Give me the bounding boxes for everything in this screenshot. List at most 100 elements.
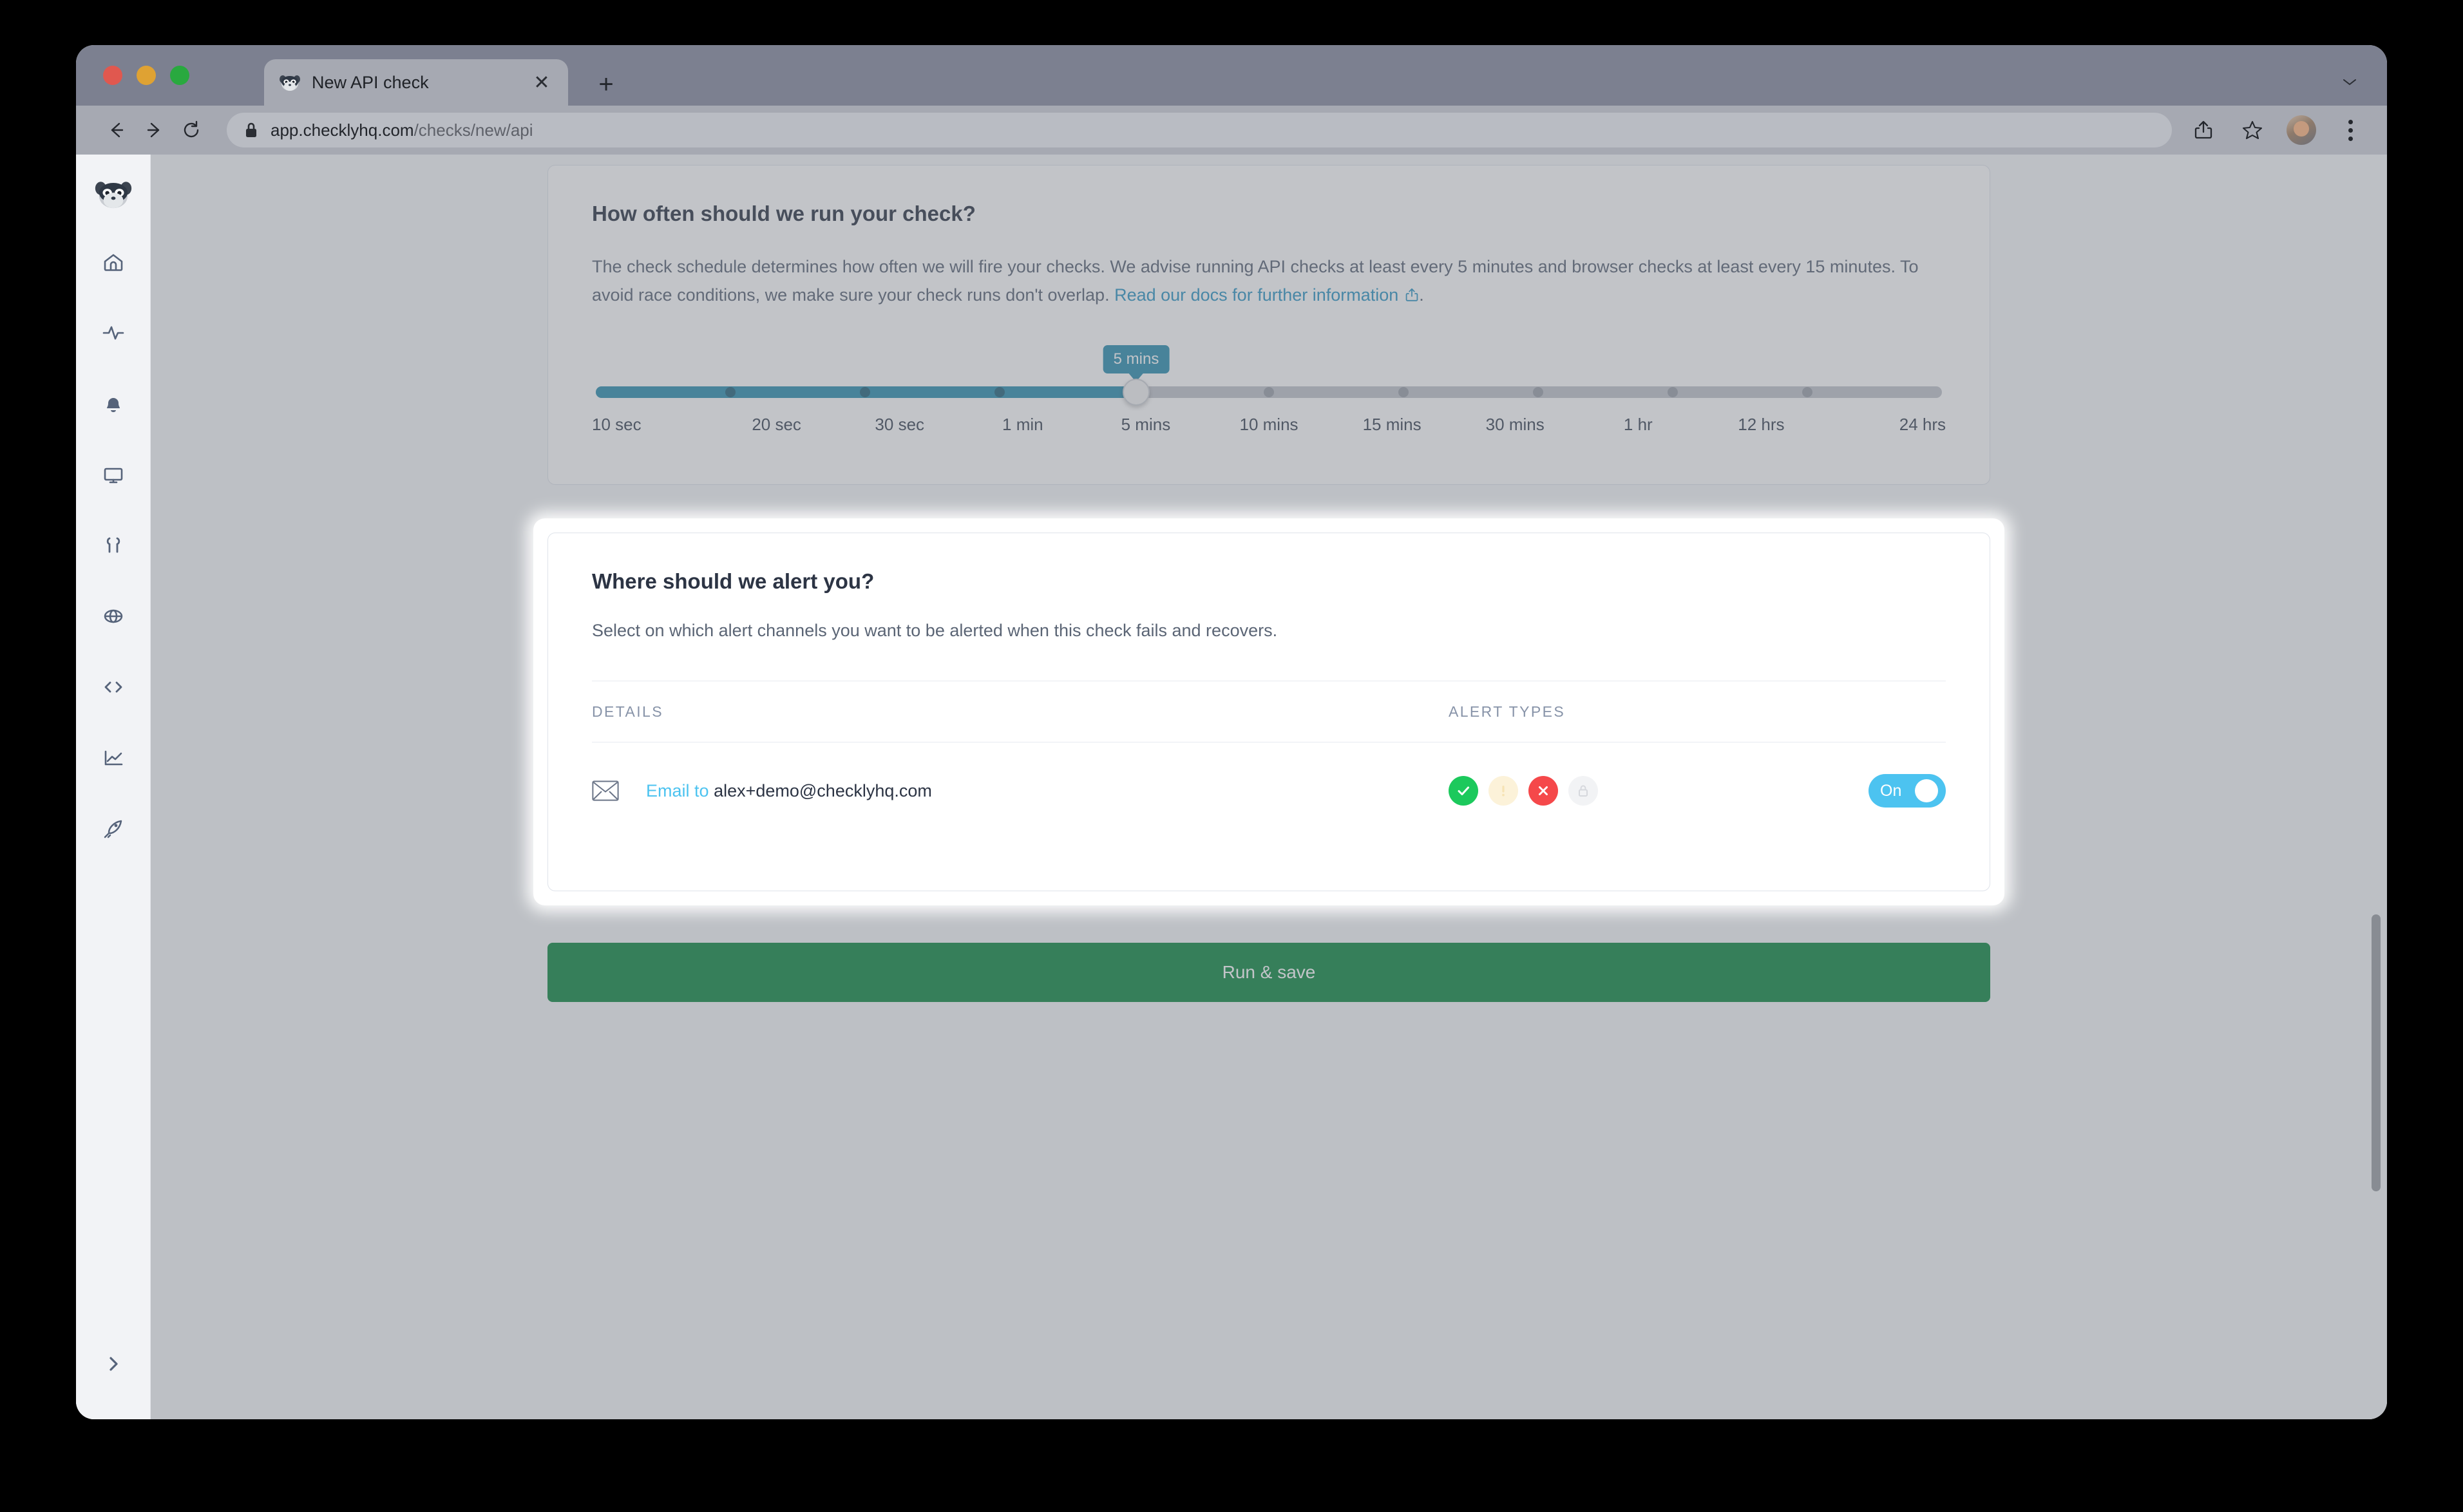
activity-pulse-icon [100, 320, 126, 349]
slider-label[interactable]: 15 mins [1331, 415, 1454, 435]
run-and-save-button[interactable]: Run & save [547, 943, 1990, 1003]
toolbar-actions [2189, 115, 2365, 145]
schedule-card: How often should we run your check? The … [547, 165, 1990, 486]
close-tab-button[interactable]: ✕ [529, 70, 554, 95]
slider-tick[interactable] [860, 387, 870, 398]
slider-label[interactable]: 5 mins [1084, 415, 1207, 435]
browser-menu-icon[interactable] [2335, 115, 2365, 145]
tab-list-chevron-down-icon[interactable] [2341, 75, 2359, 86]
address-bar[interactable]: app.checklyhq.com/checks/new/api [227, 113, 2172, 147]
sidebar-item-home[interactable] [93, 243, 133, 283]
degraded-badge[interactable] [1488, 776, 1518, 806]
rocket-icon [100, 816, 126, 845]
recovery-badge[interactable] [1449, 776, 1478, 806]
lock-icon [243, 120, 259, 140]
browser-tab-strip: New API check ✕ + [76, 45, 2387, 106]
channel-enabled-toggle[interactable]: On [1869, 774, 1946, 808]
slider-label[interactable]: 20 sec [715, 415, 838, 435]
slider-tick[interactable] [1533, 387, 1543, 398]
browser-window: New API check ✕ + app.checklyhq.com/chec… [76, 45, 2387, 1419]
slider-tick[interactable] [1802, 387, 1812, 398]
slider-tooltip: 5 mins [1103, 345, 1170, 374]
minimize-window-button[interactable] [137, 66, 156, 85]
row-toggle-cell: On [1835, 774, 1946, 808]
sidebar-item-code[interactable] [93, 668, 133, 708]
slider-label[interactable]: 10 mins [1207, 415, 1330, 435]
sidebar-item-deployments[interactable] [93, 810, 133, 850]
sidebar-item-analytics[interactable] [93, 739, 133, 779]
email-to-link[interactable]: Email to [646, 781, 709, 800]
scrollbar-thumb[interactable] [2372, 914, 2381, 1191]
slider-label[interactable]: 30 sec [838, 415, 961, 435]
slider-label[interactable]: 10 sec [592, 415, 715, 435]
browser-tab-title: New API check [312, 72, 429, 92]
url-path: /checks/new/api [414, 120, 533, 140]
address-bar-url: app.checklyhq.com/checks/new/api [271, 120, 533, 140]
alert-channels-card: Where should we alert you? Select on whi… [547, 533, 1990, 892]
sidebar-item-maintenance[interactable] [93, 527, 133, 567]
external-link-icon [1405, 283, 1419, 301]
expand-sidebar-button[interactable] [97, 1347, 130, 1381]
alert-table-header: DETAILS ALERT TYPES [592, 681, 1946, 743]
sidebar-item-activity[interactable] [93, 314, 133, 354]
schedule-card-title: How often should we run your check? [592, 202, 976, 225]
ssl-badge[interactable] [1568, 776, 1598, 806]
slider-tick[interactable] [994, 387, 1005, 398]
toggle-knob [1915, 779, 1938, 803]
column-header-alert-types: ALERT TYPES [1449, 703, 1566, 720]
read-docs-link[interactable]: Read our docs for further information [1114, 285, 1398, 305]
close-window-button[interactable] [103, 66, 122, 85]
schedule-desc-period: . [1419, 285, 1424, 305]
slider-tick[interactable] [1668, 387, 1678, 398]
sidebar-item-locations[interactable] [93, 598, 133, 638]
content-scrollbar[interactable] [2369, 155, 2383, 1419]
app-sidebar [76, 155, 151, 1419]
slider-label[interactable]: 24 hrs [1823, 415, 1946, 435]
row-label: Email to alex+demo@checklyhq.com [646, 781, 932, 801]
share-icon[interactable] [2189, 115, 2218, 145]
globe-icon [100, 603, 126, 632]
alert-channels-highlight: Where should we alert you? Select on whi… [533, 518, 2004, 906]
slider-label[interactable]: 1 hr [1577, 415, 1700, 435]
line-chart-icon [100, 745, 126, 774]
code-brackets-icon [100, 674, 126, 703]
slider-label[interactable]: 1 min [961, 415, 1084, 435]
back-button[interactable] [98, 111, 135, 149]
schedule-card-description: The check schedule determines how often … [592, 253, 1938, 309]
failure-badge[interactable] [1528, 776, 1558, 806]
browser-tab[interactable]: New API check ✕ [264, 59, 568, 106]
url-host: app.checklyhq.com [271, 120, 414, 140]
window-traffic-lights [103, 66, 189, 85]
bell-icon [100, 391, 126, 420]
checkly-raccoon-logo[interactable] [93, 174, 133, 214]
slider-tick[interactable] [725, 387, 736, 398]
email-address-value: alex+demo@checklyhq.com [714, 780, 932, 800]
reload-button[interactable] [173, 111, 210, 149]
maximize-window-button[interactable] [170, 66, 189, 85]
slider-handle[interactable] [1123, 379, 1150, 406]
monitor-icon [100, 462, 126, 491]
table-row: Email to alex+demo@checklyhq.com On [592, 742, 1946, 839]
envelope-icon [592, 780, 619, 802]
browser-toolbar: app.checklyhq.com/checks/new/api [76, 106, 2387, 155]
main-content: How often should we run your check? The … [151, 155, 2387, 1419]
column-header-details: DETAILS [592, 703, 663, 720]
new-tab-button[interactable]: + [591, 70, 621, 99]
sidebar-item-alerts[interactable] [93, 385, 133, 425]
slider-label[interactable]: 12 hrs [1700, 415, 1823, 435]
slider-label[interactable]: 30 mins [1454, 415, 1577, 435]
content-scroll-area: How often should we run your check? The … [151, 155, 2387, 1003]
checkly-app: How often should we run your check? The … [76, 155, 2387, 1419]
row-alert-types-cell [1449, 776, 1835, 806]
home-icon [100, 249, 126, 278]
wrench-icon [100, 533, 126, 562]
alert-card-title: Where should we alert you? [592, 569, 875, 594]
slider-tick[interactable] [1264, 387, 1274, 398]
bookmark-star-icon[interactable] [2238, 115, 2267, 145]
slider-tick[interactable] [1398, 387, 1409, 398]
forward-button[interactable] [135, 111, 173, 149]
raccoon-favicon-icon [278, 71, 301, 94]
schedule-slider[interactable]: 5 mins 10 sec 20 sec 30 sec 1 min 5 mins… [592, 345, 1946, 443]
sidebar-item-dashboards[interactable] [93, 456, 133, 496]
profile-avatar[interactable] [2287, 115, 2316, 145]
